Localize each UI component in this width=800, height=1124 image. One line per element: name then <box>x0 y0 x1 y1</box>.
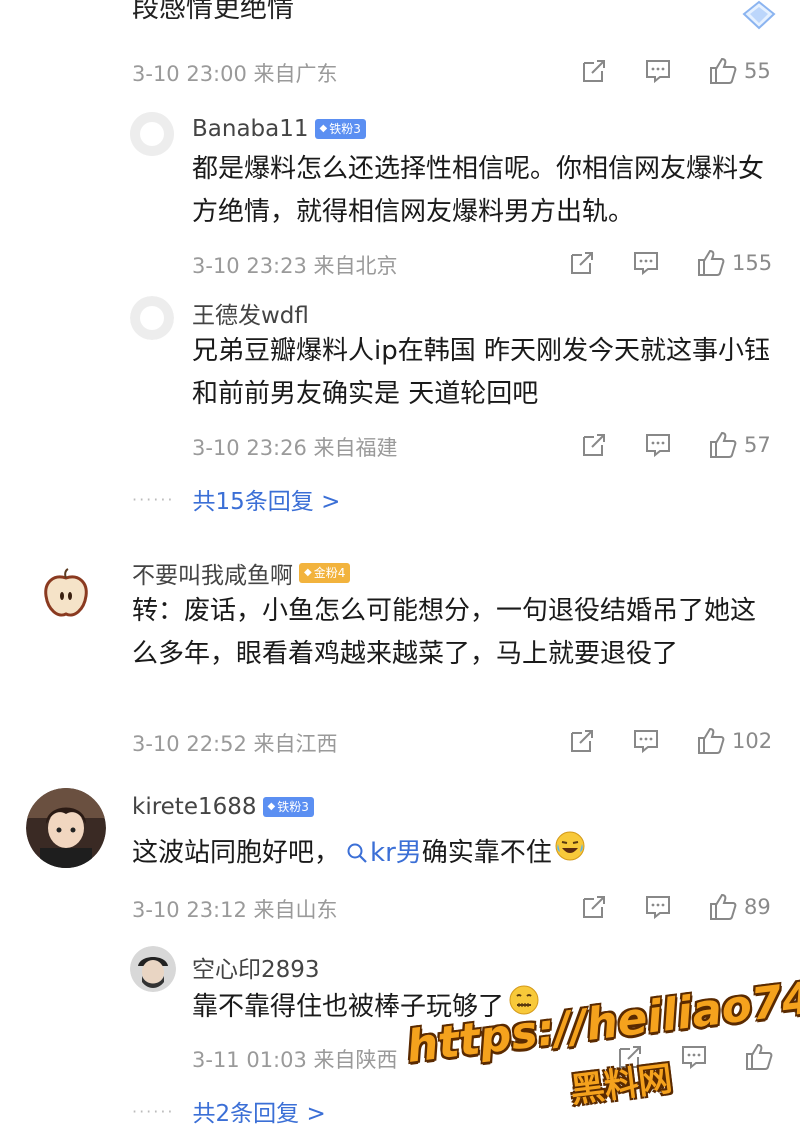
share-icon[interactable] <box>568 249 596 277</box>
username-text: Banaba11 <box>192 116 309 142</box>
thumbs-up-icon <box>710 431 737 458</box>
content-text: 这波站同胞好吧， <box>132 837 341 868</box>
fan-badge-label: 铁粉3 <box>329 122 361 136</box>
thumbs-up-icon <box>746 1043 773 1070</box>
username[interactable]: 不要叫我咸鱼啊 ◆ 金粉4 <box>132 556 351 590</box>
comment-content: 这波站同胞好吧， kr男 确实靠不住 <box>132 830 772 876</box>
comment-icon[interactable] <box>644 893 672 921</box>
comment-actions: 55 <box>580 56 771 86</box>
partial-comment-text: 段感情更绝情 <box>132 0 294 24</box>
username-text: 王德发wdfl <box>192 303 309 329</box>
comment-meta: 3-10 23:23 来自北京 <box>192 254 398 278</box>
share-icon[interactable] <box>580 57 608 85</box>
comment-content: 转：废话，小鱼怎么可能想分，一句退役结婚吊了她这么多年，眼看着鸡越来越菜了，马上… <box>132 596 757 669</box>
like-button[interactable]: 57 <box>708 430 771 460</box>
search-link-label: kr男 <box>370 837 422 868</box>
comment-icon[interactable] <box>680 1043 708 1071</box>
fan-badge-label: 铁粉3 <box>277 800 309 814</box>
comment-icon[interactable] <box>632 727 660 755</box>
username[interactable]: kirete1688 ◆ 铁粉3 <box>132 794 314 820</box>
like-button[interactable]: 89 <box>708 892 771 922</box>
like-button[interactable] <box>744 1042 774 1072</box>
diamond-icon <box>740 0 778 30</box>
comment-content: 兄弟豆瓣爆料人ip在韩国 昨天刚发今天就这事小钰和前前男友确实是 天道轮回吧 <box>192 336 770 409</box>
comment-icon[interactable] <box>632 249 660 277</box>
like-button[interactable]: 155 <box>696 248 772 278</box>
username-text: kirete1688 <box>132 794 257 820</box>
comment-actions: 155 <box>568 248 772 278</box>
laugh-cry-emoji <box>554 830 586 876</box>
comment-content: 都是爆料怎么还选择性相信呢。你相信网友爆料女方绝情，就得相信网友爆料男方出轨。 <box>192 154 765 227</box>
like-count: 55 <box>744 59 771 83</box>
thumbs-up-icon <box>710 57 737 84</box>
share-icon[interactable] <box>580 893 608 921</box>
avatar[interactable] <box>130 946 176 992</box>
search-icon <box>347 843 367 863</box>
view-replies-label: 共15条回复 > <box>192 489 341 515</box>
username[interactable]: 空心印2893 <box>192 950 320 984</box>
view-replies-label: 共2条回复 > <box>192 1101 326 1124</box>
like-button[interactable]: 102 <box>696 726 772 756</box>
comment-actions: 102 <box>568 726 772 756</box>
like-count: 89 <box>744 895 771 919</box>
comment-meta: 3-10 23:12 来自山东 <box>132 898 338 922</box>
avatar[interactable] <box>130 296 174 340</box>
avatar[interactable] <box>40 568 92 620</box>
thumbs-up-icon <box>698 249 725 276</box>
dots-divider: ······ <box>132 1101 175 1121</box>
comment-icon[interactable] <box>644 431 672 459</box>
comment-actions: 89 <box>580 892 771 922</box>
share-icon[interactable] <box>568 727 596 755</box>
view-replies-link[interactable]: ······ 共15条回复 > <box>132 482 340 516</box>
username[interactable]: 王德发wdfl <box>192 296 309 330</box>
gem-icon: ◆ <box>319 123 328 134</box>
thumbs-up-icon <box>698 727 725 754</box>
comment-icon[interactable] <box>644 57 672 85</box>
username[interactable]: Banaba11 ◆ 铁粉3 <box>192 116 366 142</box>
avatar[interactable] <box>26 788 106 868</box>
like-count: 57 <box>744 433 771 457</box>
search-link[interactable]: kr男 <box>346 832 422 875</box>
comment-actions: 57 <box>580 430 771 460</box>
fan-badge: ◆ 铁粉3 <box>314 119 366 139</box>
view-replies-link[interactable]: ······ 共2条回复 > <box>132 1094 326 1124</box>
comment-meta: 3-10 22:52 来自江西 <box>132 732 338 756</box>
username-text: 空心印2893 <box>192 957 320 983</box>
fan-badge: ◆ 铁粉3 <box>262 797 314 817</box>
comment-meta: 3-10 23:26 来自福建 <box>192 436 398 460</box>
username-text: 不要叫我咸鱼啊 <box>132 563 293 589</box>
watermark-name: 黑料网 <box>568 1058 675 1112</box>
fan-badge: ◆ 金粉4 <box>299 563 351 583</box>
gem-icon: ◆ <box>304 567 312 578</box>
comment-meta: 3-10 23:00 来自广东 <box>132 62 338 86</box>
like-count: 102 <box>732 729 773 753</box>
comment-meta: 3-11 01:03 来自陕西 <box>192 1048 398 1072</box>
like-count: 155 <box>732 251 773 275</box>
gem-icon: ◆ <box>267 801 276 812</box>
content-text: 确实靠不住 <box>421 837 552 868</box>
fan-badge-label: 金粉4 <box>313 566 346 580</box>
avatar[interactable] <box>130 112 174 156</box>
like-button[interactable]: 55 <box>708 56 771 86</box>
thumbs-up-icon <box>710 893 737 920</box>
dots-divider: ······ <box>132 489 175 509</box>
share-icon[interactable] <box>580 431 608 459</box>
